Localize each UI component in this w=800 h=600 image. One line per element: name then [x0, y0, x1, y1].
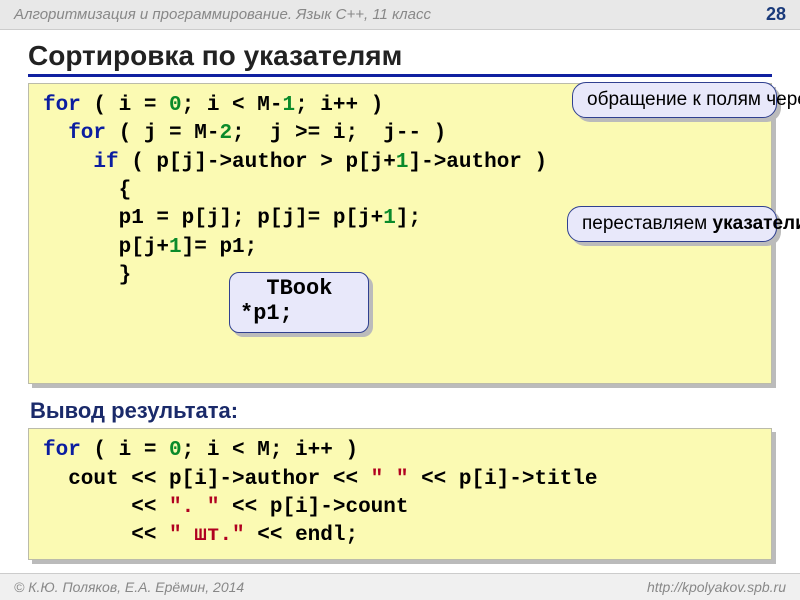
code-txt: ]->author ) — [408, 151, 547, 174]
code-str: ". " — [169, 496, 219, 519]
code-txt: cout << p[i]->author << — [43, 468, 371, 491]
code-txt: ; j >= i; j-- ) — [232, 122, 446, 145]
callout-tbook: TBook *p1; — [229, 272, 369, 333]
code-txt: ; i < M- — [182, 94, 283, 117]
page-footer: © К.Ю. Поляков, Е.А. Ерёмин, 2014 http:/… — [0, 573, 800, 600]
code-txt: } — [43, 264, 131, 287]
code-str: " шт." — [169, 524, 245, 547]
footer-url: http://kpolyakov.spb.ru — [647, 579, 786, 595]
code-txt: { — [43, 179, 131, 202]
code-num: 1 — [383, 207, 396, 230]
code-txt: ( j = M- — [106, 122, 219, 145]
page-number: 28 — [766, 4, 786, 25]
code-kw: for — [43, 122, 106, 145]
code-num: 1 — [396, 151, 409, 174]
code-kw: for — [43, 94, 81, 117]
code-txt: << — [43, 496, 169, 519]
code-num: 0 — [169, 439, 182, 462]
code-txt: p1 = p[j]; p[j]= p[j+ — [43, 207, 383, 230]
code-kw: for — [43, 439, 81, 462]
slide-title: Сортировка по указателям — [28, 40, 772, 77]
callout-text: переставляем — [582, 213, 713, 234]
callout-swap: переставляем указатели! — [567, 206, 777, 242]
copyright: © К.Ю. Поляков, Е.А. Ерёмин, 2014 — [14, 579, 244, 595]
course-title: Алгоритмизация и программирование. Язык … — [14, 6, 431, 23]
code-block-sort: for ( i = 0; i < M-1; i++ ) for ( j = M-… — [28, 83, 772, 384]
code-str: " " — [371, 468, 409, 491]
code-num: 1 — [169, 236, 182, 259]
callout-text: TBook *p1; — [240, 276, 332, 326]
callout-text: обращение к полям через указатели — [587, 89, 800, 110]
code-txt: p[j+ — [43, 236, 169, 259]
code-txt: ; i < M; i++ ) — [182, 439, 358, 462]
code-txt: << — [43, 524, 169, 547]
code-txt: ( i = — [81, 94, 169, 117]
code-txt: ; i++ ) — [295, 94, 383, 117]
code-txt: ( i = — [81, 439, 169, 462]
code-txt: << endl; — [245, 524, 358, 547]
callout-fields: обращение к полям через указатели — [572, 82, 777, 118]
code-txt: ( p[j]->author > p[j+ — [119, 151, 396, 174]
code-txt: << p[i]->title — [408, 468, 597, 491]
code-block-output: for ( i = 0; i < M; i++ ) cout << p[i]->… — [28, 428, 772, 559]
callout-em: указатели — [713, 213, 800, 234]
code-num: 1 — [282, 94, 295, 117]
output-heading: Вывод результата: — [30, 398, 800, 424]
page-header: Алгоритмизация и программирование. Язык … — [0, 0, 800, 30]
code-num: 2 — [219, 122, 232, 145]
code-kw: if — [43, 151, 119, 174]
code-txt: ]= p1; — [182, 236, 258, 259]
code-txt: ]; — [396, 207, 421, 230]
code-num: 0 — [169, 94, 182, 117]
code-txt: << p[i]->count — [219, 496, 408, 519]
